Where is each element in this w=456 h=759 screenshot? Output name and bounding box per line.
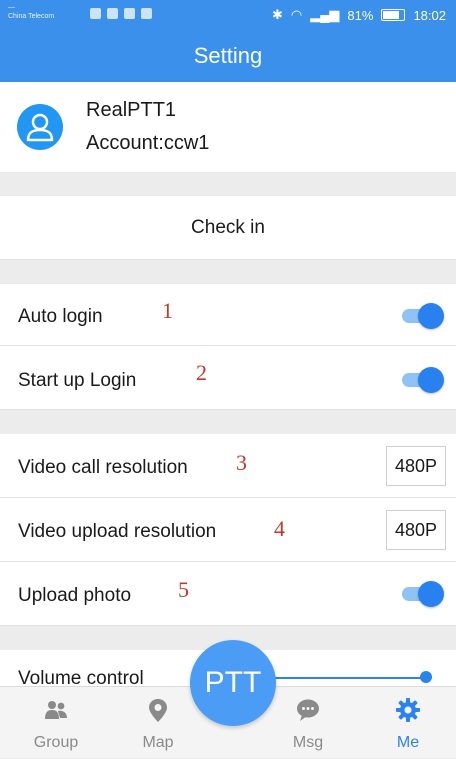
notification-icon — [141, 8, 152, 19]
gear-icon — [396, 698, 420, 722]
profile-card[interactable]: RealPTT1 Account:ccw1 — [0, 82, 456, 172]
startup-login-label: Start up Login — [18, 370, 137, 391]
nav-item-msg[interactable]: Msg — [268, 687, 348, 759]
notification-icon — [107, 8, 118, 19]
upload-photo-label: Upload photo — [18, 585, 132, 606]
nav-item-group[interactable]: Group — [16, 687, 96, 759]
nav-label-me: Me — [396, 734, 420, 751]
bluetooth-icon: ✱ — [271, 7, 283, 22]
check-in-button[interactable]: Check in — [0, 196, 456, 260]
ptt-label: PTT — [204, 666, 262, 699]
video-call-resolution-row[interactable]: Video call resolution 3 480P — [0, 434, 456, 498]
app-bar: Setting — [0, 30, 456, 82]
nav-label-map: Map — [142, 734, 174, 751]
signal-icon: ▂▄▆ — [310, 7, 340, 22]
notification-icons — [90, 8, 152, 19]
wifi-icon: ◠ — [290, 7, 303, 22]
startup-login-toggle[interactable] — [402, 367, 444, 393]
ptt-button[interactable]: PTT — [190, 640, 276, 726]
auto-login-row[interactable]: Auto login 1 — [0, 284, 456, 346]
nav-item-me[interactable]: Me — [368, 687, 448, 759]
video-upload-resolution-label: Video upload resolution — [18, 521, 217, 542]
annotation-number: 5 — [178, 577, 189, 602]
auto-login-label: Auto login — [18, 306, 103, 327]
volume-slider-track[interactable] — [270, 677, 428, 679]
check-in-label: Check in — [191, 217, 265, 238]
video-upload-resolution-row[interactable]: Video upload resolution 4 480P — [0, 498, 456, 562]
video-call-resolution-label: Video call resolution — [18, 457, 188, 478]
message-icon — [297, 699, 319, 721]
nav-item-map[interactable]: Map — [118, 687, 198, 759]
status-time: 18:02 — [413, 7, 446, 23]
avatar — [17, 104, 63, 150]
profile-account: Account:ccw1 — [86, 132, 210, 154]
page-title: Setting — [193, 43, 263, 68]
video-call-resolution-select[interactable]: 480P — [386, 446, 446, 486]
nav-label-msg: Msg — [292, 734, 324, 751]
upload-photo-toggle[interactable] — [402, 581, 444, 607]
upload-photo-row[interactable]: Upload photo 5 — [0, 562, 456, 626]
volume-slider-handle[interactable] — [420, 671, 432, 683]
profile-name: RealPTT1 — [86, 99, 177, 121]
notification-icon — [124, 8, 135, 19]
carrier-label: — China Telecom — [8, 4, 55, 20]
battery-icon — [381, 9, 406, 21]
status-bar: — China Telecom ✱ ◠ ▂▄▆ 81% 18:02 — [0, 0, 456, 30]
startup-login-row[interactable]: Start up Login 2 — [0, 346, 456, 410]
notification-icon — [90, 8, 101, 19]
annotation-number: 2 — [196, 360, 207, 385]
auto-login-toggle[interactable] — [402, 303, 444, 329]
battery-percent: 81% — [347, 7, 374, 23]
annotation-number: 4 — [274, 516, 285, 541]
annotation-number: 1 — [162, 298, 173, 323]
video-upload-resolution-select[interactable]: 480P — [386, 510, 446, 550]
user-icon — [26, 113, 54, 142]
annotation-number: 3 — [236, 450, 247, 475]
map-pin-icon — [149, 699, 167, 722]
group-icon — [45, 701, 67, 719]
nav-label-group: Group — [33, 734, 79, 751]
